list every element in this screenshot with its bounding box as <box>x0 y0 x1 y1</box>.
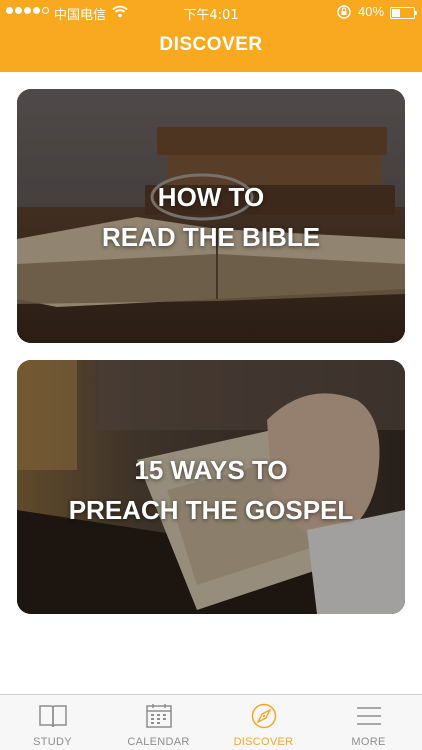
rotation-lock-icon <box>337 5 351 19</box>
card-title: 15 WAYS TO PREACH THE GOSPEL <box>17 450 405 530</box>
tab-calendar-label: CALENDAR <box>127 736 190 748</box>
card-title: HOW TO READ THE BIBLE <box>17 177 405 257</box>
card-title-line1: HOW TO <box>157 182 265 212</box>
tab-study[interactable]: STUDY <box>0 695 105 750</box>
header-bar: 中国电信 下午4:01 40% DISCOVER <box>0 0 422 72</box>
calendar-icon <box>146 704 172 728</box>
discover-card-preach-gospel[interactable]: 15 WAYS TO PREACH THE GOSPEL <box>17 360 405 614</box>
battery-icon <box>390 7 417 19</box>
tab-more[interactable]: MORE <box>316 695 421 750</box>
page-title: DISCOVER <box>159 34 263 55</box>
card-title-line2: READ THE BIBLE <box>101 222 321 252</box>
tab-bar: STUDY CALENDAR DISCOVER MORE <box>0 694 422 750</box>
book-icon <box>39 705 67 728</box>
tab-discover-label: DISCOVER <box>233 736 294 748</box>
discover-card-read-bible[interactable]: HOW TO READ THE BIBLE <box>17 89 405 343</box>
compass-icon <box>251 703 277 729</box>
card-title-line2: PREACH THE GOSPEL <box>68 495 354 525</box>
card-title-line1: 15 WAYS TO <box>134 455 288 485</box>
tab-study-label: STUDY <box>33 736 72 748</box>
status-bar: 中国电信 下午4:01 40% <box>0 0 422 24</box>
tab-discover[interactable]: DISCOVER <box>211 695 316 750</box>
tab-calendar[interactable]: CALENDAR <box>106 695 211 750</box>
tab-more-label: MORE <box>351 736 386 748</box>
battery-percentage: 40% <box>358 4 385 19</box>
menu-icon <box>357 707 381 725</box>
